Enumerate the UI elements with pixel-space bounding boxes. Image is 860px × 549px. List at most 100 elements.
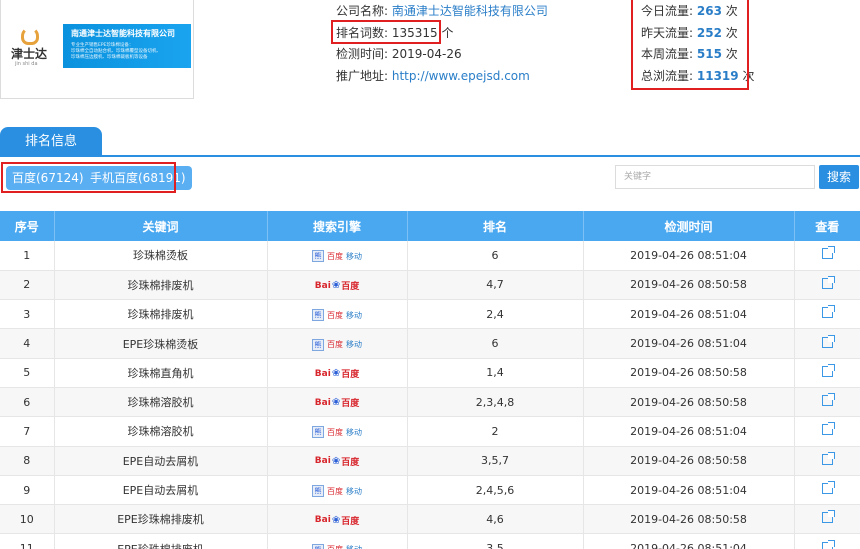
cell-time: 2019-04-26 08:51:04	[583, 241, 795, 271]
cell-keyword: EPE珍珠棉烫板	[54, 328, 268, 359]
table-row: 9 EPE自动去屑机 熊百度 移动 2,4,5,6 2019-04-26 08:51:04	[0, 475, 860, 506]
cell-time: 2019-04-26 08:50:58	[583, 358, 795, 388]
cell-engine: 熊百度移动	[267, 328, 408, 359]
external-link-icon[interactable]	[821, 246, 835, 260]
ranking-table: 序号 关键词 搜索引擎 排名 检测时间 查看 1 珍珠棉烫板熊百度 移动 6 2019-…	[0, 211, 860, 549]
cell-engine: Bai ❀ 百度	[267, 270, 408, 301]
table-row: 4 EPE珍珠棉烫板 熊百度 移动 6 2019-04-26 08:51:04	[0, 328, 860, 359]
col-header-view: 查看	[794, 211, 860, 241]
tab-ranking-info[interactable]: 排名信息	[0, 127, 102, 157]
external-link-icon[interactable]	[821, 305, 835, 319]
logo-subtext: jin shi da	[15, 61, 38, 67]
baidu-paw-icon: ❀	[331, 455, 341, 467]
keyword-search-input[interactable]: 关键字	[615, 165, 815, 189]
table-row: 7 珍珠棉溶胶机 熊百度 移动 2 2019-04-26 08:51:04	[0, 416, 860, 447]
table-row: 10 EPE珍珠棉排废机 Bai ❀ 百度 4,6 2019-04-26 08:50:58	[0, 504, 860, 535]
cell-no: 8	[0, 446, 55, 476]
company-logo-card: 津士达 jin shi da 南通津士达智能科技有限公司 专业生产销售EPE珍珠…	[0, 0, 194, 99]
col-header-time: 检测时间	[583, 211, 795, 241]
company-name-link[interactable]: 南通津士达智能科技有限公司	[392, 4, 548, 18]
check-time-row: 检测时间: 2019-04-26	[336, 45, 548, 67]
cell-keyword: EPE珍珠棉排废机	[54, 504, 268, 535]
bear-icon: 熊	[312, 338, 324, 351]
cell-engine: Bai ❀ 百度	[267, 504, 408, 535]
cell-keyword: EPE珍珠棉排废机	[54, 533, 268, 549]
promo-url-link[interactable]: http://www.epejsd.com	[392, 69, 530, 83]
traffic-highlight	[631, 0, 749, 90]
table-row: 1 珍珠棉烫板 熊百度 移动 6 2019-04-26 08:51:04	[0, 241, 860, 271]
cell-time: 2019-04-26 08:51:04	[583, 328, 795, 359]
company-logo: 津士达 jin shi da	[9, 23, 51, 69]
cell-view	[794, 446, 860, 476]
cell-rank: 3,5,7	[407, 446, 584, 476]
engine-filter-highlight	[1, 162, 176, 193]
cell-time: 2019-04-26 08:50:58	[583, 270, 795, 301]
cell-engine: Bai ❀ 百度	[267, 358, 408, 388]
baidu-paw-icon: ❀	[331, 397, 341, 409]
cell-no: 10	[0, 504, 55, 535]
table-row: 11EPE珍珠棉排废机熊百度移动 3,52019-04-26 08:51:04	[0, 533, 860, 549]
external-link-icon[interactable]	[821, 481, 835, 495]
external-link-icon[interactable]	[821, 539, 835, 549]
baidu-logo: Bai ❀ 百度	[314, 514, 360, 527]
cell-time: 2019-04-26 08:51:04	[583, 533, 795, 549]
baidu-paw-icon: ❀	[331, 280, 341, 292]
cell-no: 6	[0, 387, 55, 418]
cell-rank: 2,4,5,6	[407, 475, 584, 506]
table-row: 5 珍珠棉直角机 Bai ❀ 百度 1,4 2019-04-26 08:50:58	[0, 358, 860, 388]
cell-view	[794, 387, 860, 418]
cell-no: 7	[0, 416, 55, 447]
bear-icon: 熊	[312, 485, 324, 498]
col-header-engine: 搜索引擎	[267, 211, 408, 241]
cell-rank: 6	[407, 328, 584, 359]
cell-no: 4	[0, 328, 55, 359]
banner-title: 南通津士达智能科技有限公司	[71, 29, 175, 38]
cell-keyword: 珍珠棉排废机	[54, 299, 268, 330]
external-link-icon[interactable]	[821, 510, 835, 524]
bear-icon: 熊	[312, 309, 324, 322]
mobile-baidu-logo: 熊百度移动	[312, 309, 362, 322]
cell-keyword: 珍珠棉排废机	[54, 270, 268, 301]
col-header-keyword: 关键词	[54, 211, 268, 241]
cell-view	[794, 299, 860, 330]
cell-time: 2019-04-26 08:51:04	[583, 475, 795, 506]
cell-engine: Bai ❀ 百度	[267, 446, 408, 476]
cell-view	[794, 241, 860, 271]
external-link-icon[interactable]	[821, 451, 835, 465]
cell-view	[794, 504, 860, 535]
cell-rank: 3,5	[407, 533, 584, 549]
search-button[interactable]: 搜索	[819, 165, 859, 189]
bear-icon: 熊	[312, 543, 324, 549]
baidu-logo: Bai ❀ 百度	[314, 455, 360, 468]
cell-no: 5	[0, 358, 55, 388]
col-header-rank: 排名	[407, 211, 584, 241]
keyword-count-highlight	[331, 20, 441, 44]
cell-view	[794, 475, 860, 506]
bear-icon: 熊	[312, 250, 324, 263]
col-header-no: 序号	[0, 211, 55, 241]
table-header-row: 序号 关键词 搜索引擎 排名 检测时间 查看	[0, 211, 860, 241]
cell-view	[794, 416, 860, 447]
check-time-label: 检测时间:	[336, 47, 389, 61]
external-link-icon[interactable]	[821, 363, 835, 377]
cell-engine: 熊百度移动	[267, 299, 408, 330]
baidu-logo: Bai ❀ 百度	[314, 280, 360, 293]
cell-time: 2019-04-26 08:51:04	[583, 299, 795, 330]
external-link-icon[interactable]	[821, 393, 835, 407]
cell-rank: 2,4	[407, 299, 584, 330]
cell-keyword: 珍珠棉直角机	[54, 358, 268, 388]
cell-rank: 2,3,4,8	[407, 387, 584, 418]
cell-time: 2019-04-26 08:50:58	[583, 387, 795, 418]
cell-engine: Bai ❀ 百度	[267, 387, 408, 418]
mobile-baidu-logo: 熊百度移动	[312, 426, 362, 439]
cell-rank: 6	[407, 241, 584, 271]
cell-rank: 2	[407, 416, 584, 447]
baidu-logo: Bai ❀ 百度	[314, 368, 360, 381]
external-link-icon[interactable]	[821, 334, 835, 348]
company-info: 公司名称: 南通津士达智能科技有限公司 排名词数: 135315 个 检测时间:…	[336, 2, 548, 88]
external-link-icon[interactable]	[821, 275, 835, 289]
company-banner: 南通津士达智能科技有限公司 专业生产销售EPE珍珠棉设备： 珍珠棉全自动贴合机、…	[63, 24, 191, 68]
external-link-icon[interactable]	[821, 422, 835, 436]
cell-view	[794, 328, 860, 359]
cell-no: 2	[0, 270, 55, 301]
